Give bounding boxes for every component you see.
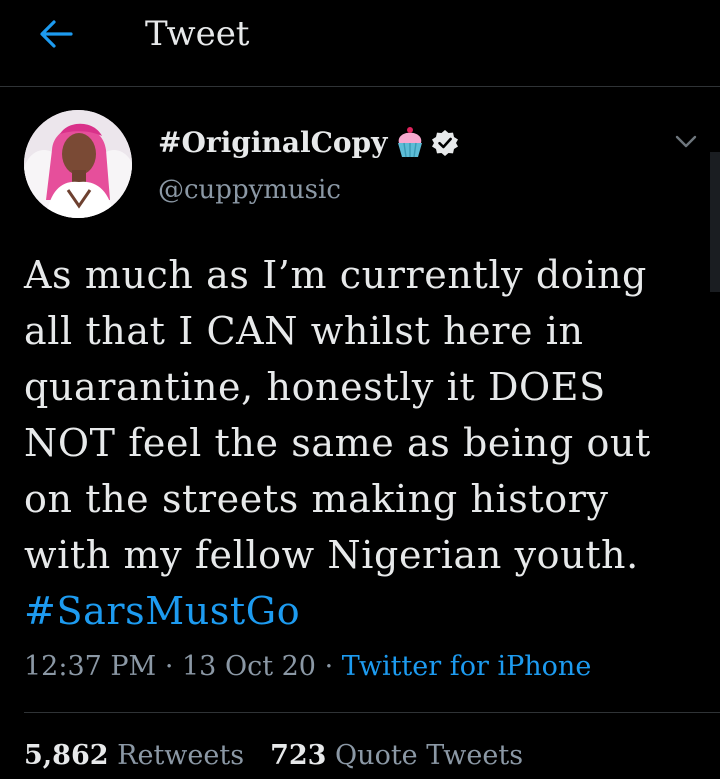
meta-separator: · <box>324 651 334 682</box>
quote-tweets-count: 723 <box>270 740 327 771</box>
avatar[interactable] <box>24 110 132 218</box>
hashtag-link[interactable]: #SarsMustGo <box>24 589 300 633</box>
tweet-body: As much as I’m currently doing all that … <box>24 253 651 577</box>
top-bar: Tweet <box>0 0 720 87</box>
tweet-time: 12:37 PM <box>24 651 157 682</box>
tweet-stats: 5,862 Retweets 723 Quote Tweets <box>24 734 549 778</box>
meta-separator: · <box>164 651 174 682</box>
back-button[interactable] <box>36 14 76 54</box>
verified-badge-icon <box>432 130 459 156</box>
author-name-row[interactable]: #OriginalCopy <box>158 121 459 165</box>
avatar-photo <box>24 110 132 218</box>
quote-tweets-stat[interactable]: 723 Quote Tweets <box>270 734 523 778</box>
retweets-label: Retweets <box>117 740 245 771</box>
cupcake-icon <box>398 127 423 158</box>
author-handle[interactable]: @cuppymusic <box>158 170 341 210</box>
display-name[interactable]: #OriginalCopy <box>158 121 387 165</box>
tweet-meta: 12:37 PM · 13 Oct 20 · Twitter for iPhon… <box>24 645 591 689</box>
tweet-date: 13 Oct 20 <box>182 651 316 682</box>
quote-tweets-label: Quote Tweets <box>335 740 524 771</box>
scrollbar[interactable] <box>710 152 720 292</box>
retweets-count: 5,862 <box>24 740 109 771</box>
tweet-text: As much as I’m currently doing all that … <box>24 247 684 639</box>
arrow-left-icon <box>40 20 73 48</box>
page-title: Tweet <box>145 14 250 54</box>
chevron-down-icon <box>675 135 697 148</box>
more-options-button[interactable] <box>668 126 704 158</box>
divider <box>24 712 720 713</box>
retweets-stat[interactable]: 5,862 Retweets <box>24 734 244 778</box>
tweet-source-link[interactable]: Twitter for iPhone <box>342 651 592 682</box>
